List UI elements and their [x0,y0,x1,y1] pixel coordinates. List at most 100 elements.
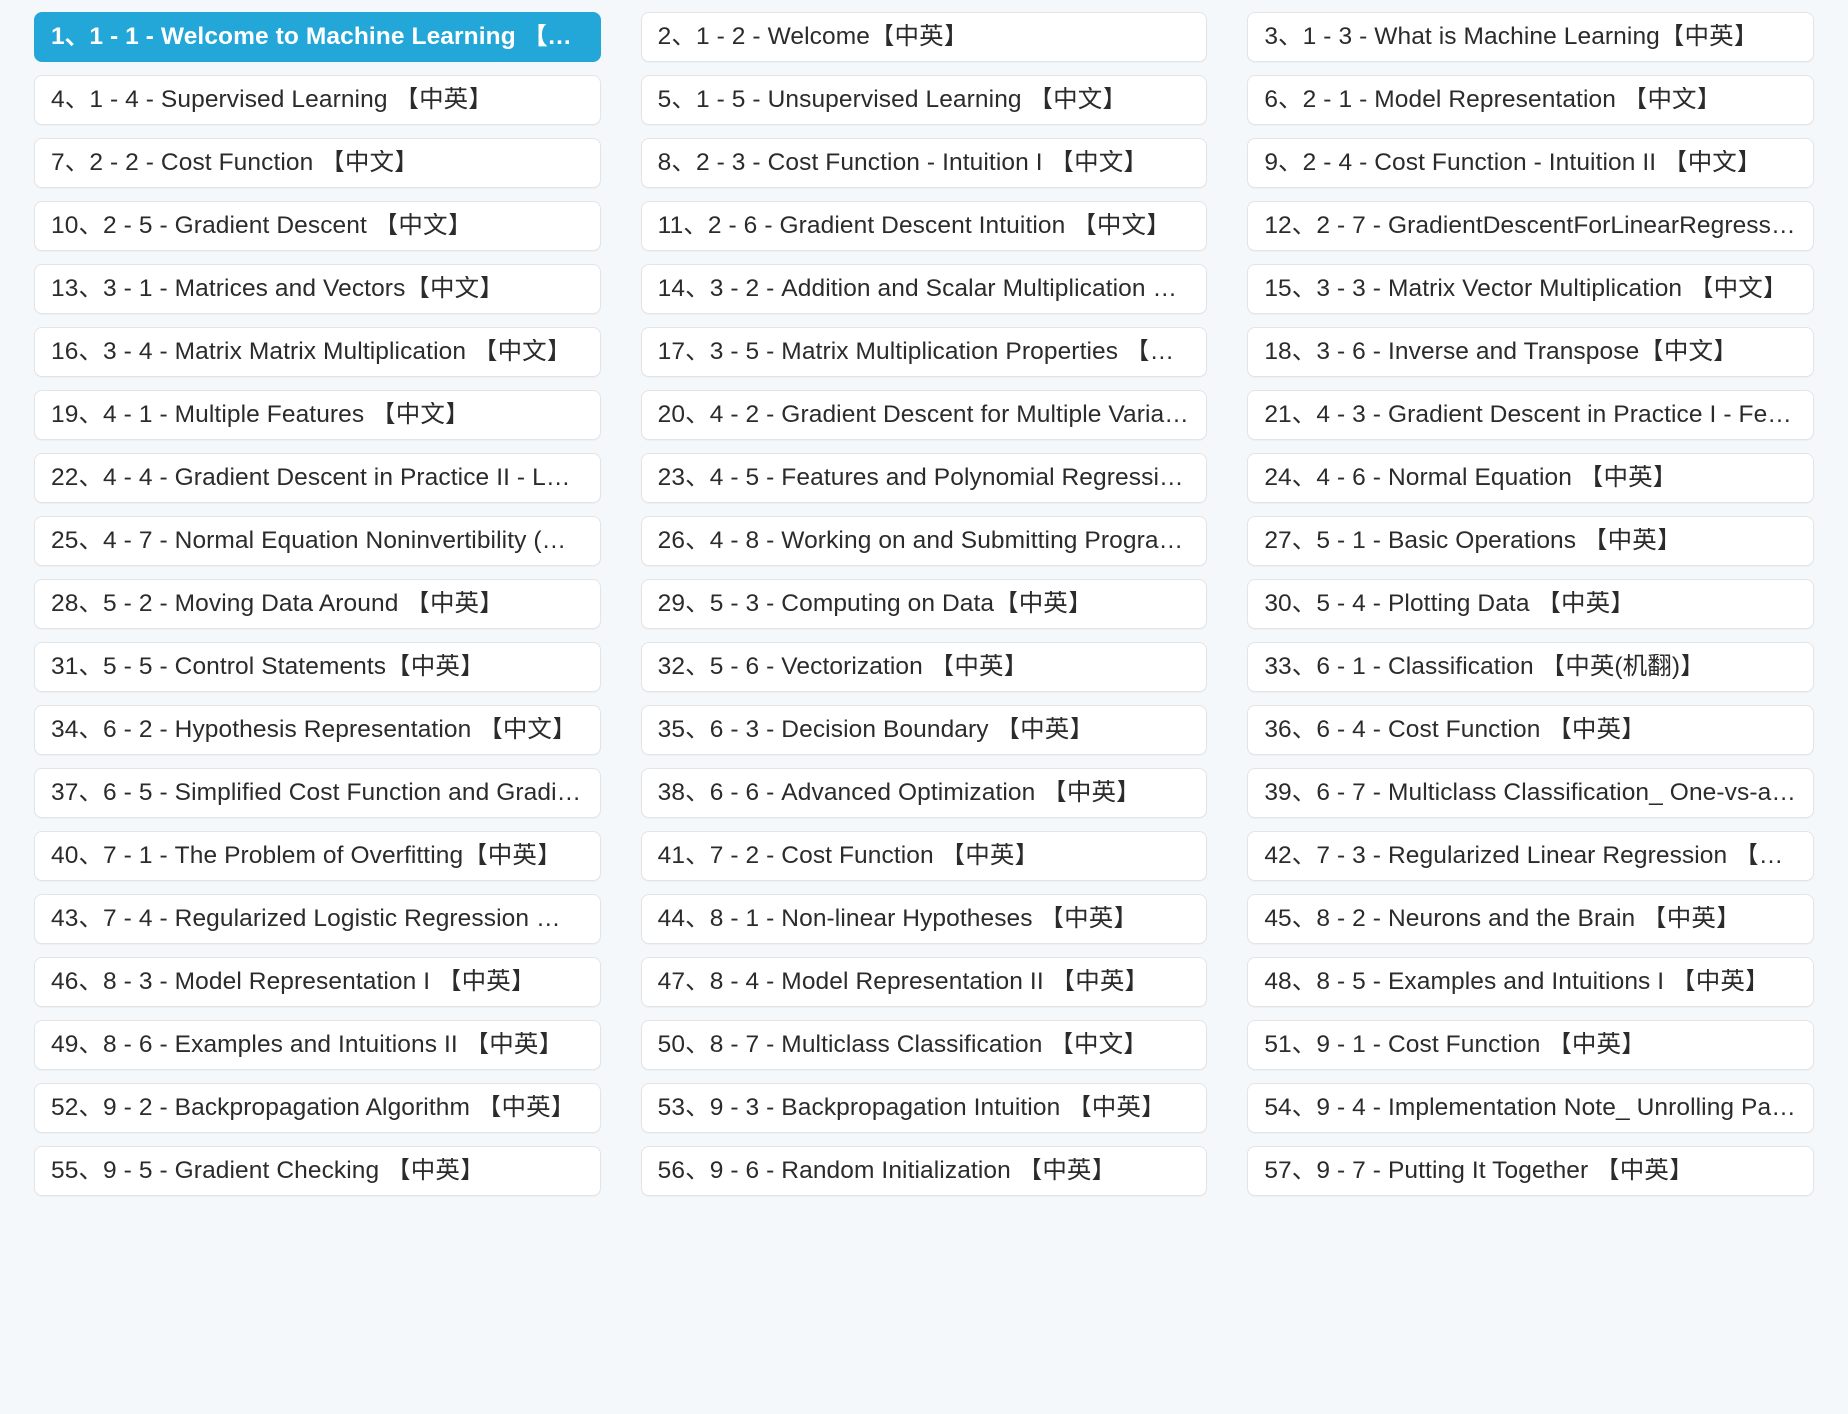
playlist-item[interactable]: 1、1 - 1 - Welcome to Machine Learning 【中… [34,12,601,62]
playlist-item[interactable]: 56、9 - 6 - Random Initialization 【中英】 [640,1146,1208,1196]
playlist-item[interactable]: 45、8 - 2 - Neurons and the Brain 【中英】 [1247,894,1814,944]
playlist-item[interactable]: 48、8 - 5 - Examples and Intuitions I 【中英… [1247,957,1814,1007]
playlist-item[interactable]: 31、5 - 5 - Control Statements【中英】 [34,642,601,692]
playlist-item-title: 3、1 - 3 - What is Machine Learning【中英】 [1264,23,1759,50]
playlist-item-title: 17、3 - 5 - Matrix Multiplication Propert… [657,338,1191,365]
playlist-item[interactable]: 32、5 - 6 - Vectorization 【中英】 [640,642,1208,692]
playlist-item[interactable]: 18、3 - 6 - Inverse and Transpose【中文】 [1247,327,1814,377]
playlist-item[interactable]: 30、5 - 4 - Plotting Data 【中英】 [1247,579,1814,629]
playlist-item[interactable]: 44、8 - 1 - Non-linear Hypotheses 【中英】 [640,894,1208,944]
playlist-item-title: 24、4 - 6 - Normal Equation 【中英】 [1264,464,1678,491]
playlist-item-title: 39、6 - 7 - Multiclass Classification_ On… [1264,779,1797,806]
playlist-item-title: 36、6 - 4 - Cost Function 【中英】 [1264,716,1646,743]
playlist-item[interactable]: 57、9 - 7 - Putting It Together 【中英】 [1247,1146,1814,1196]
playlist-item[interactable]: 39、6 - 7 - Multiclass Classification_ On… [1247,768,1814,818]
playlist-item-title: 47、8 - 4 - Model Representation II 【中英】 [657,968,1150,995]
playlist-item-title: 49、8 - 6 - Examples and Intuitions II 【中… [51,1031,564,1058]
playlist-item-title: 43、7 - 4 - Regularized Logistic Regressi… [51,905,584,932]
playlist-item[interactable]: 20、4 - 2 - Gradient Descent for Multiple… [640,390,1208,440]
playlist-item-title: 14、3 - 2 - Addition and Scalar Multiplic… [657,275,1191,302]
playlist-item-title: 8、2 - 3 - Cost Function - Intuition I 【中… [657,149,1148,176]
playlist-item-title: 40、7 - 1 - The Problem of Overfitting【中英… [51,842,562,869]
playlist-item-title: 42、7 - 3 - Regularized Linear Regression… [1264,842,1797,869]
playlist-item-title: 32、5 - 6 - Vectorization 【中英】 [657,653,1029,680]
playlist-item[interactable]: 21、4 - 3 - Gradient Descent in Practice … [1247,390,1814,440]
playlist-item[interactable]: 34、6 - 2 - Hypothesis Representation 【中文… [34,705,601,755]
playlist-item[interactable]: 52、9 - 2 - Backpropagation Algorithm 【中英… [34,1083,601,1133]
playlist-item[interactable]: 10、2 - 5 - Gradient Descent 【中文】 [34,201,601,251]
playlist-item-title: 11、2 - 6 - Gradient Descent Intuition 【中… [657,212,1171,239]
playlist-item[interactable]: 14、3 - 2 - Addition and Scalar Multiplic… [640,264,1208,314]
playlist-item[interactable]: 15、3 - 3 - Matrix Vector Multiplication … [1247,264,1814,314]
playlist-item-title: 55、9 - 5 - Gradient Checking 【中英】 [51,1157,485,1184]
playlist-item[interactable]: 12、2 - 7 - GradientDescentForLinearRegre… [1247,201,1814,251]
playlist-item[interactable]: 38、6 - 6 - Advanced Optimization 【中英】 [640,768,1208,818]
playlist-item[interactable]: 2、1 - 2 - Welcome【中英】 [640,12,1208,62]
playlist-item-title: 5、1 - 5 - Unsupervised Learning 【中文】 [657,86,1127,113]
playlist-item[interactable]: 29、5 - 3 - Computing on Data【中英】 [640,579,1208,629]
playlist-item[interactable]: 53、9 - 3 - Backpropagation Intuition 【中英… [640,1083,1208,1133]
playlist-item[interactable]: 42、7 - 3 - Regularized Linear Regression… [1247,831,1814,881]
playlist-item[interactable]: 17、3 - 5 - Matrix Multiplication Propert… [640,327,1208,377]
playlist-item[interactable]: 11、2 - 6 - Gradient Descent Intuition 【中… [640,201,1208,251]
playlist-item[interactable]: 24、4 - 6 - Normal Equation 【中英】 [1247,453,1814,503]
playlist-item[interactable]: 33、6 - 1 - Classification 【中英(机翻)】 [1247,642,1814,692]
playlist-item[interactable]: 8、2 - 3 - Cost Function - Intuition I 【中… [640,138,1208,188]
playlist-item[interactable]: 7、2 - 2 - Cost Function 【中文】 [34,138,601,188]
playlist-item[interactable]: 25、4 - 7 - Normal Equation Noninvertibil… [34,516,601,566]
playlist-item[interactable]: 5、1 - 5 - Unsupervised Learning 【中文】 [640,75,1208,125]
playlist-item-title: 48、8 - 5 - Examples and Intuitions I 【中英… [1264,968,1770,995]
playlist-item[interactable]: 49、8 - 6 - Examples and Intuitions II 【中… [34,1020,601,1070]
playlist-item[interactable]: 23、4 - 5 - Features and Polynomial Regre… [640,453,1208,503]
playlist-item[interactable]: 27、5 - 1 - Basic Operations 【中英】 [1247,516,1814,566]
playlist-item-title: 13、3 - 1 - Matrices and Vectors【中文】 [51,275,504,302]
playlist-item-title: 44、8 - 1 - Non-linear Hypotheses 【中英】 [657,905,1138,932]
playlist-item-title: 53、9 - 3 - Backpropagation Intuition 【中英… [657,1094,1166,1121]
playlist-grid: 1、1 - 1 - Welcome to Machine Learning 【中… [0,0,1848,1196]
playlist-item-title: 12、2 - 7 - GradientDescentForLinearRegre… [1264,212,1797,239]
playlist-item-title: 34、6 - 2 - Hypothesis Representation 【中文… [51,716,577,743]
playlist-item-title: 2、1 - 2 - Welcome【中英】 [657,23,969,50]
playlist-item-title: 57、9 - 7 - Putting It Together 【中英】 [1264,1157,1694,1184]
playlist-item-title: 51、9 - 1 - Cost Function 【中英】 [1264,1031,1646,1058]
playlist-item[interactable]: 37、6 - 5 - Simplified Cost Function and … [34,768,601,818]
playlist-item[interactable]: 55、9 - 5 - Gradient Checking 【中英】 [34,1146,601,1196]
playlist-item-title: 22、4 - 4 - Gradient Descent in Practice … [51,464,584,491]
playlist-item-title: 27、5 - 1 - Basic Operations 【中英】 [1264,527,1682,554]
playlist-item[interactable]: 43、7 - 4 - Regularized Logistic Regressi… [34,894,601,944]
playlist-item-title: 35、6 - 3 - Decision Boundary 【中英】 [657,716,1094,743]
playlist-item[interactable]: 54、9 - 4 - Implementation Note_ Unrollin… [1247,1083,1814,1133]
playlist-item[interactable]: 36、6 - 4 - Cost Function 【中英】 [1247,705,1814,755]
playlist-item-title: 9、2 - 4 - Cost Function - Intuition II 【… [1264,149,1762,176]
playlist-item[interactable]: 6、2 - 1 - Model Representation 【中文】 [1247,75,1814,125]
playlist-item-title: 6、2 - 1 - Model Representation 【中文】 [1264,86,1722,113]
playlist-item[interactable]: 9、2 - 4 - Cost Function - Intuition II 【… [1247,138,1814,188]
playlist-item[interactable]: 51、9 - 1 - Cost Function 【中英】 [1247,1020,1814,1070]
playlist-item-title: 15、3 - 3 - Matrix Vector Multiplication … [1264,275,1788,302]
playlist-item-title: 20、4 - 2 - Gradient Descent for Multiple… [657,401,1191,428]
playlist-item-title: 50、8 - 7 - Multiclass Classification 【中文… [657,1031,1148,1058]
playlist-item-title: 7、2 - 2 - Cost Function 【中文】 [51,149,419,176]
playlist-item[interactable]: 4、1 - 4 - Supervised Learning 【中英】 [34,75,601,125]
playlist-item[interactable]: 13、3 - 1 - Matrices and Vectors【中文】 [34,264,601,314]
playlist-item[interactable]: 26、4 - 8 - Working on and Submitting Pro… [640,516,1208,566]
playlist-item-title: 30、5 - 4 - Plotting Data 【中英】 [1264,590,1635,617]
playlist-item-title: 16、3 - 4 - Matrix Matrix Multiplication … [51,338,572,365]
playlist-item[interactable]: 46、8 - 3 - Model Representation I 【中英】 [34,957,601,1007]
playlist-item[interactable]: 41、7 - 2 - Cost Function 【中英】 [640,831,1208,881]
playlist-item-title: 25、4 - 7 - Normal Equation Noninvertibil… [51,527,584,554]
playlist-item[interactable]: 35、6 - 3 - Decision Boundary 【中英】 [640,705,1208,755]
playlist-item[interactable]: 22、4 - 4 - Gradient Descent in Practice … [34,453,601,503]
playlist-item-title: 10、2 - 5 - Gradient Descent 【中文】 [51,212,473,239]
playlist-item[interactable]: 40、7 - 1 - The Problem of Overfitting【中英… [34,831,601,881]
playlist-item[interactable]: 50、8 - 7 - Multiclass Classification 【中文… [640,1020,1208,1070]
playlist-item-title: 31、5 - 5 - Control Statements【中英】 [51,653,485,680]
playlist-item[interactable]: 28、5 - 2 - Moving Data Around 【中英】 [34,579,601,629]
playlist-item-title: 54、9 - 4 - Implementation Note_ Unrollin… [1264,1094,1797,1121]
playlist-item[interactable]: 3、1 - 3 - What is Machine Learning【中英】 [1247,12,1814,62]
playlist-item-title: 33、6 - 1 - Classification 【中英(机翻)】 [1264,653,1705,680]
playlist-item[interactable]: 19、4 - 1 - Multiple Features 【中文】 [34,390,601,440]
playlist-item[interactable]: 16、3 - 4 - Matrix Matrix Multiplication … [34,327,601,377]
playlist-item[interactable]: 47、8 - 4 - Model Representation II 【中英】 [640,957,1208,1007]
playlist-item-title: 37、6 - 5 - Simplified Cost Function and … [51,779,584,806]
